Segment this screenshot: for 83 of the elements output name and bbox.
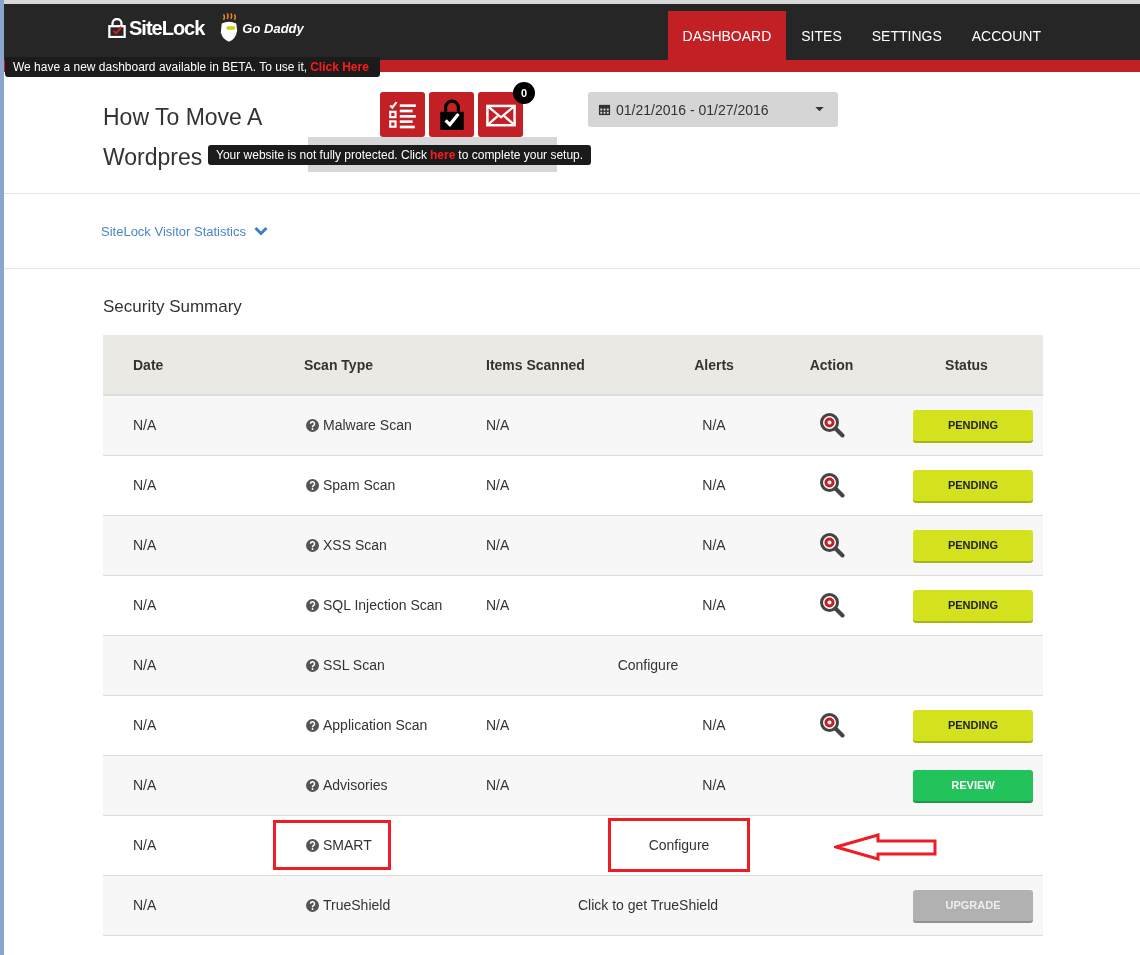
mail-icon[interactable] — [478, 92, 523, 137]
help-icon[interactable] — [306, 778, 319, 792]
partner-logo: Go Daddy — [242, 20, 304, 36]
nav-tab[interactable]: SITES — [786, 11, 857, 60]
checklist-icon[interactable] — [380, 92, 425, 137]
date-range-picker[interactable]: 01/21/2016 - 01/27/2016 — [588, 92, 838, 127]
alerts-cell: N/A — [702, 417, 726, 434]
items-cell: N/A — [486, 477, 510, 493]
alerts-cell: N/A — [702, 477, 726, 493]
note-link[interactable]: Configure — [617, 657, 679, 673]
scan-type-cell: XSS Scan — [323, 537, 387, 553]
status-button[interactable]: PENDING — [913, 469, 1033, 501]
scan-type-cell: SQL Injection Scan — [323, 597, 443, 613]
date-cell: N/A — [133, 717, 157, 733]
items-cell: N/A — [486, 537, 510, 553]
date-cell: N/A — [133, 777, 157, 793]
site-title: Wordpres — [103, 143, 203, 172]
alerts-cell: N/A — [702, 777, 726, 793]
caret-icon — [815, 107, 824, 112]
alerts-cell: N/A — [702, 597, 726, 613]
beta-text: We have a new dashboard available in BETA. To use it, — [13, 60, 308, 74]
here-link[interactable]: here — [430, 148, 456, 162]
setup-text: Your website is not fully protected. Click — [216, 148, 427, 162]
column-header: Scan Type — [304, 356, 373, 373]
date-cell: N/A — [133, 657, 157, 673]
click-here-link[interactable]: Click Here — [310, 60, 369, 74]
calendar-icon — [598, 103, 611, 116]
setup-text: to complete your setup. — [458, 148, 584, 162]
configure-link[interactable]: Configure — [648, 837, 710, 853]
status-button[interactable]: PENDING — [913, 709, 1033, 741]
sitelock-logo: SiteLock — [129, 16, 205, 40]
date-cell: N/A — [133, 537, 157, 553]
site-title: How To Move A — [103, 103, 263, 132]
date-cell: N/A — [133, 477, 157, 493]
column-header: Status — [945, 356, 988, 373]
scan-details-icon[interactable] — [818, 532, 845, 558]
scan-type-cell: Advisories — [323, 777, 388, 793]
scan-type-cell: Malware Scan — [323, 417, 412, 434]
section-title: Security Summary — [103, 297, 243, 317]
date-cell: N/A — [133, 897, 157, 913]
help-icon[interactable] — [306, 538, 319, 552]
date-cell: N/A — [133, 837, 157, 853]
column-header: Action — [809, 356, 854, 373]
help-icon[interactable] — [306, 838, 319, 852]
nav-tab[interactable]: ACCOUNT — [956, 11, 1056, 60]
status-button[interactable]: PENDING — [913, 409, 1033, 441]
mascot-icon — [219, 12, 240, 44]
column-header: Alerts — [694, 356, 734, 373]
status-button[interactable]: PENDING — [913, 589, 1033, 621]
scan-type-cell: Spam Scan — [323, 477, 396, 493]
chevron-icon[interactable] — [254, 226, 268, 236]
shopping-bag-icon[interactable] — [429, 92, 474, 137]
help-icon[interactable] — [306, 598, 319, 612]
column-header: Date — [133, 356, 164, 373]
nav-tab[interactable]: SETTINGS — [856, 11, 957, 60]
mail-count-badge: 0 — [513, 82, 535, 104]
scan-details-icon[interactable] — [818, 472, 845, 498]
help-icon[interactable] — [306, 718, 319, 732]
scan-details-icon[interactable] — [818, 712, 845, 738]
items-cell: N/A — [486, 417, 510, 434]
date-cell: N/A — [133, 597, 157, 613]
scan-type-cell: SMART — [323, 837, 372, 853]
help-icon[interactable] — [306, 418, 319, 432]
date-cell: N/A — [133, 417, 157, 434]
scan-details-icon[interactable] — [818, 592, 845, 618]
items-cell: N/A — [486, 597, 510, 613]
help-icon[interactable] — [306, 478, 319, 492]
scan-type-cell: SSL Scan — [323, 657, 385, 673]
help-icon[interactable] — [306, 658, 319, 672]
items-cell: N/A — [486, 777, 510, 793]
scan-details-icon[interactable] — [818, 412, 845, 439]
column-header: Items Scanned — [486, 356, 585, 373]
items-cell: N/A — [486, 717, 510, 733]
scan-type-cell: TrueShield — [323, 897, 391, 913]
note-link[interactable]: Click to get TrueShield — [577, 897, 719, 913]
nav-tab[interactable]: DASHBOARD — [667, 11, 787, 60]
alerts-cell: N/A — [702, 717, 726, 733]
help-icon[interactable] — [306, 898, 319, 912]
status-button[interactable]: PENDING — [913, 529, 1033, 561]
alerts-cell: N/A — [702, 537, 726, 553]
lock-logo-icon — [108, 18, 126, 38]
scan-type-cell: Application Scan — [323, 717, 428, 733]
visitor-statistics-link[interactable]: SiteLock Visitor Statistics — [101, 223, 246, 239]
